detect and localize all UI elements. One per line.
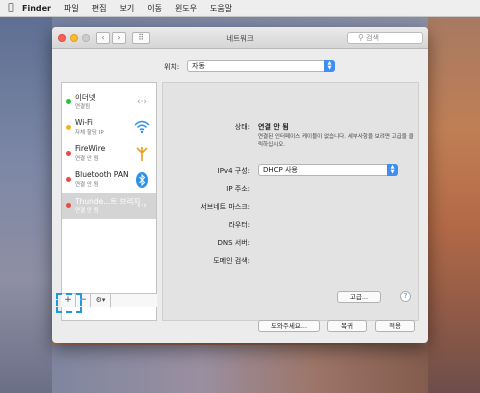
ethernet-icon: ‹·› (136, 97, 148, 107)
service-item-firewire[interactable]: FireWire 연결 안 됨 (62, 141, 156, 167)
ipv4-value: DHCP 사용 (263, 166, 298, 174)
service-item-ethernet[interactable]: 이더넷 연결됨 ‹·› (62, 89, 156, 115)
search-domains-label: 도메인 검색: (213, 257, 250, 265)
menu-help[interactable]: 도움말 (210, 3, 232, 14)
menu-bar:  Finder 파일 편집 보기 이동 윈도우 도움말 (0, 0, 480, 17)
status-dot (66, 203, 71, 208)
wifi-icon (134, 120, 150, 136)
status-value: 연결 안 됨 (258, 123, 289, 131)
status-description: 연결된 인터페이스 케이블이 없습니다. 세부사항을 보려면 고급을 클릭하십시… (258, 134, 414, 148)
thunderbolt-bridge-icon: ‹·› (136, 201, 148, 211)
service-status: 연결 안 됨 (75, 208, 99, 214)
minimize-button[interactable] (70, 34, 78, 42)
help-button[interactable]: ? (400, 291, 411, 302)
chevron-updown-icon: ▲ ▼ (387, 164, 398, 176)
status-dot (66, 125, 71, 130)
menu-edit[interactable]: 편집 (92, 3, 107, 14)
apple-icon[interactable]:  (0, 3, 22, 13)
window-title: 네트워크 (226, 34, 254, 43)
menu-view[interactable]: 보기 (119, 3, 134, 14)
service-status: 연결 안 됨 (75, 182, 99, 188)
title-bar: ‹ › ⠿ 네트워크 ⚲ 검색 (52, 27, 428, 49)
service-item-thunderbolt-bridge[interactable]: Thunde...트 브리지 연결 안 됨 ‹·› (62, 193, 156, 219)
service-name: Bluetooth PAN (75, 170, 129, 179)
ipv4-config-select[interactable]: DHCP 사용 ▲ ▼ (258, 164, 398, 176)
location-value: 자동 (192, 62, 205, 70)
service-name: FireWire (75, 144, 106, 153)
menu-window[interactable]: 윈도우 (175, 3, 197, 14)
chevron-updown-icon: ▲ ▼ (324, 60, 335, 72)
gear-icon[interactable]: ⚙▾ (91, 294, 111, 307)
close-button[interactable] (58, 34, 66, 42)
service-list: 이더넷 연결됨 ‹·› Wi-Fi 자체 할당 IP FireWire 연결 안… (61, 82, 157, 321)
bluetooth-icon (134, 172, 150, 188)
network-preferences-window: ‹ › ⠿ 네트워크 ⚲ 검색 위치: 자동 ▲ ▼ 이더넷 연결됨 ‹·› Wi… (52, 27, 428, 343)
dns-server-label: DNS 서버: (217, 239, 250, 247)
location-label: 위치: (164, 63, 180, 71)
menu-file[interactable]: 파일 (64, 3, 79, 14)
status-dot (66, 177, 71, 182)
zoom-button[interactable] (82, 34, 90, 42)
service-item-bluetooth-pan[interactable]: Bluetooth PAN 연결 안 됨 (62, 167, 156, 193)
advanced-button[interactable]: 고급... (337, 291, 381, 303)
apply-button[interactable]: 적용 (375, 320, 415, 332)
service-status: 연결됨 (75, 104, 91, 110)
router-label: 라우터: (228, 221, 250, 229)
desktop-background (0, 17, 52, 393)
search-icon: ⚲ (358, 33, 364, 42)
service-status: 자체 할당 IP (75, 130, 104, 136)
back-button[interactable]: ‹ (96, 32, 110, 44)
menu-go[interactable]: 이동 (147, 3, 162, 14)
assist-me-button[interactable]: 도와주세요... (258, 320, 320, 332)
service-status: 연결 안 됨 (75, 156, 99, 162)
revert-button[interactable]: 복귀 (327, 320, 367, 332)
show-all-button[interactable]: ⠿ (132, 32, 150, 44)
service-name: Wi-Fi (75, 118, 93, 127)
status-dot (66, 99, 71, 104)
location-select[interactable]: 자동 ▲ ▼ (187, 60, 335, 72)
service-item-wifi[interactable]: Wi-Fi 자체 할당 IP (62, 115, 156, 141)
ip-address-label: IP 주소: (226, 185, 250, 193)
firewire-icon (134, 146, 150, 162)
desktop-background (52, 345, 428, 393)
menu-app-name[interactable]: Finder (22, 4, 51, 13)
forward-button[interactable]: › (112, 32, 126, 44)
status-dot (66, 151, 71, 156)
add-button-highlight (56, 293, 82, 313)
desktop-background (428, 17, 480, 393)
status-label: 상태: (234, 123, 250, 131)
subnet-mask-label: 서브네트 마스크: (200, 203, 250, 211)
search-field[interactable]: ⚲ 검색 (347, 32, 423, 44)
search-placeholder: 검색 (366, 34, 379, 42)
ipv4-label: IPv4 구성: (217, 167, 250, 175)
